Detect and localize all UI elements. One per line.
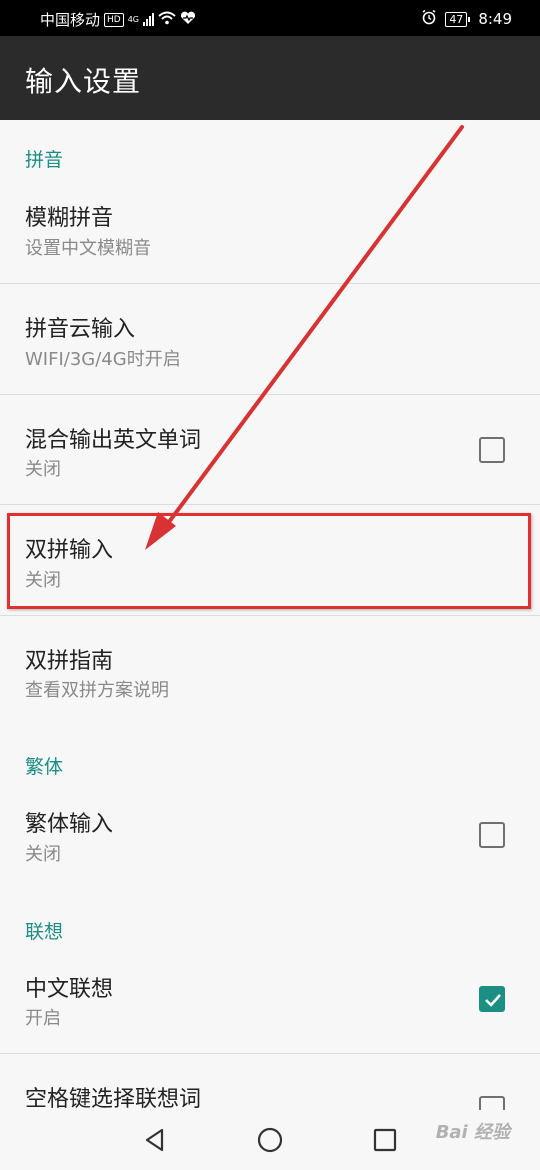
pref-chinese-association[interactable]: 中文联想 开启: [0, 947, 540, 1053]
watermark-logo: Bai 经验: [435, 1122, 510, 1143]
pref-space-select-association[interactable]: 空格键选择联想词: [0, 1054, 540, 1110]
check-icon: [485, 994, 501, 1007]
pref-summary: 设置中文模糊音: [25, 238, 151, 259]
section-header-association: 联想: [25, 921, 64, 943]
pref-title: 繁体输入: [25, 812, 114, 837]
carrier-label: 中国移动: [40, 11, 101, 29]
clock: 8:49: [478, 10, 512, 28]
status-bar: 中国移动 HD 4G 47 8:49: [0, 0, 540, 36]
battery-level: 47: [445, 11, 468, 27]
app-bar: 输入设置: [0, 36, 540, 120]
back-icon[interactable]: [141, 1126, 169, 1154]
annotation-highlight-box: [7, 513, 531, 609]
network-type: 4G: [127, 14, 140, 24]
pref-mixed-english[interactable]: 混合输出英文单词 关闭: [0, 395, 540, 504]
pref-traditional-input[interactable]: 繁体输入 关闭: [0, 782, 540, 886]
home-icon[interactable]: [256, 1126, 284, 1154]
pref-summary: 关闭: [25, 844, 61, 865]
section-header-traditional: 繁体: [25, 756, 64, 778]
wifi-icon: [158, 11, 176, 29]
health-icon: [180, 11, 196, 29]
pref-title: 拼音云输入: [25, 317, 136, 342]
pref-title: 空格键选择联想词: [25, 1087, 202, 1110]
pref-summary: 查看双拼方案说明: [25, 680, 169, 701]
battery-icon: 47: [445, 11, 470, 27]
signal-icon: [143, 13, 155, 26]
pref-title: 混合输出英文单词: [25, 428, 202, 453]
pref-title: 中文联想: [25, 977, 114, 1002]
pref-summary: 开启: [25, 1008, 61, 1029]
pref-summary: WIFI/3G/4G时开启: [25, 349, 181, 370]
recents-icon[interactable]: [371, 1126, 399, 1154]
pref-summary: 关闭: [25, 459, 61, 480]
pref-title: 双拼指南: [25, 649, 114, 674]
pref-pinyin-cloud[interactable]: 拼音云输入 WIFI/3G/4G时开启: [0, 284, 540, 394]
mixed-english-checkbox[interactable]: [479, 437, 505, 463]
page-title: 输入设置: [25, 65, 142, 98]
alarm-icon: [421, 9, 437, 29]
pref-shuangpin-guide[interactable]: 双拼指南 查看双拼方案说明: [0, 616, 540, 724]
chinese-association-checkbox[interactable]: [479, 986, 505, 1012]
traditional-input-checkbox[interactable]: [479, 822, 505, 848]
pref-title: 模糊拼音: [25, 206, 114, 231]
section-header-pinyin: 拼音: [25, 149, 64, 171]
hd-badge: HD: [104, 12, 124, 27]
pref-fuzzy-pinyin[interactable]: 模糊拼音 设置中文模糊音: [0, 175, 540, 283]
